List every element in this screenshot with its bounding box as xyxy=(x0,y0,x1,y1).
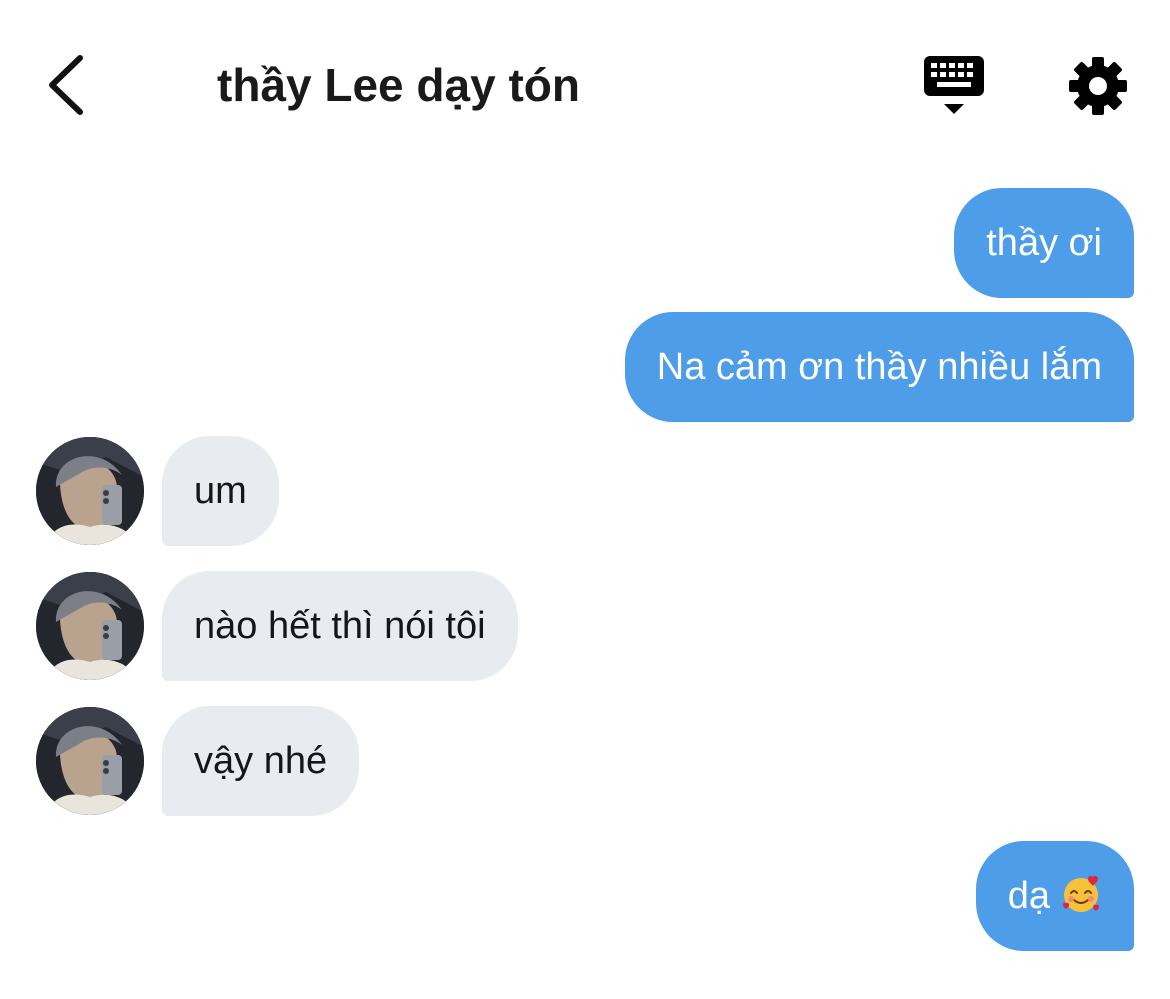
message-text: um xyxy=(194,470,247,512)
message-text: nào hết thì nói tôi xyxy=(194,605,486,647)
message-text: vậy nhé xyxy=(194,740,328,782)
message-text: thầy ơi xyxy=(986,222,1102,264)
conversation-title: thầy Lee dạy tón xyxy=(217,59,580,111)
contact-avatar[interactable] xyxy=(36,437,144,545)
conversation-header: thầy Lee dạy tón xyxy=(0,0,1170,170)
message-bubble-outgoing[interactable]: Na cảm ơn thầy nhiều lắm xyxy=(624,312,1134,422)
message-bubble-incoming[interactable]: nào hết thì nói tôi xyxy=(162,571,518,681)
chevron-left-icon xyxy=(49,55,83,115)
keyboard-icon xyxy=(924,56,984,114)
message-text: dạ xyxy=(1007,875,1050,917)
back-button[interactable] xyxy=(38,50,98,120)
contact-avatar[interactable] xyxy=(36,707,144,815)
message-bubble-incoming[interactable]: um xyxy=(162,436,279,546)
message-bubble-incoming[interactable]: vậy nhé xyxy=(162,706,360,816)
keyboard-button[interactable] xyxy=(920,52,988,120)
avatar-photo xyxy=(36,572,144,680)
message-bubble-outgoing[interactable]: dạ xyxy=(975,841,1134,951)
smiling-face-with-hearts-icon xyxy=(1060,849,1102,912)
settings-button[interactable] xyxy=(1066,54,1130,118)
avatar-photo xyxy=(36,707,144,815)
avatar-photo xyxy=(36,437,144,545)
contact-avatar[interactable] xyxy=(36,572,144,680)
message-text: Na cảm ơn thầy nhiều lắm xyxy=(656,346,1102,388)
message-bubble-outgoing[interactable]: thầy ơi xyxy=(954,188,1134,298)
gear-icon xyxy=(1069,57,1127,115)
